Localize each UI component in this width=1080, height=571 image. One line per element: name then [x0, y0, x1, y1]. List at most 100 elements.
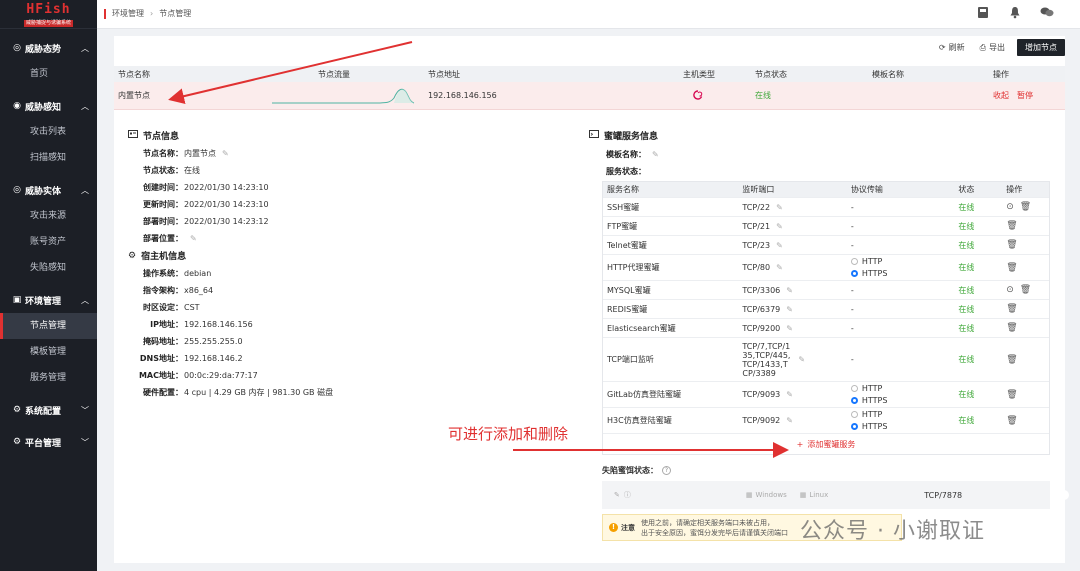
col-status: 状态 [958, 185, 975, 194]
radio-label: HTTP [861, 410, 883, 419]
add-service-button[interactable]: + 添加蜜罐服务 [603, 434, 1049, 454]
sidebar-group-header[interactable]: ◎ 威胁实体 ︿ [0, 177, 97, 203]
radio-http[interactable]: HTTP [850, 409, 955, 421]
field-value: 2022/01/30 14:23:12 [184, 217, 269, 226]
add-node-button[interactable]: 增加节点 [1017, 39, 1065, 56]
col-protocol: 协议传输 [850, 185, 883, 194]
edit-icon[interactable]: ✎ [652, 150, 659, 159]
sidebar-group-header[interactable]: ◉ 威胁感知 ︿ [0, 93, 97, 119]
edit-icon[interactable]: ✎ [190, 234, 197, 243]
radio-https[interactable]: HTTPS [850, 268, 955, 280]
bell-icon[interactable] [1007, 6, 1023, 22]
chevron-up-icon: ︿ [81, 295, 89, 305]
delete-icon[interactable]: 🗑 [1020, 285, 1031, 295]
edit-icon[interactable]: ✎ [786, 305, 793, 314]
sidebar-item[interactable]: 模板管理 [0, 339, 97, 365]
table-row[interactable]: Telnet蜜罐 TCP/23 ✎ - 在线 🗑 [603, 236, 1049, 255]
sidebar-item[interactable]: 账号资产 [0, 229, 97, 255]
sidebar-item[interactable]: 攻击来源 [0, 203, 97, 229]
edit-icon[interactable]: ✎ [786, 390, 793, 399]
service-name: Elasticsearch蜜罐 [607, 323, 676, 333]
delete-icon[interactable]: 🗑 [1020, 202, 1031, 212]
operations: ⊙ 🗑 [1002, 285, 1049, 295]
sidebar-group-header[interactable]: ⚙ 平台管理 ﹀ [0, 429, 97, 455]
edit-icon[interactable]: ✎ [786, 324, 793, 333]
delete-icon[interactable]: 🗑 [1006, 304, 1017, 314]
radio-label: HTTPS [861, 396, 888, 405]
info-field: 创建时间： 2022/01/30 14:23:10 [128, 179, 333, 196]
docs-icon[interactable] [975, 6, 991, 22]
table-row[interactable]: TCP端口监听 TCP/7,TCP/135,TCP/445,TCP/1433,TC… [603, 338, 1049, 382]
delete-icon[interactable]: 🗑 [1006, 416, 1017, 426]
table-row[interactable]: MYSQL蜜罐 TCP/3306 ✎ - 在线 ⊙ 🗑 [603, 281, 1049, 300]
template-label: 模板名称： [606, 150, 646, 159]
sidebar-item[interactable]: 攻击列表 [0, 119, 97, 145]
info-field: MAC地址： 00:0c:29:da:77:17 [128, 367, 333, 384]
table-row[interactable]: HTTP代理蜜罐 TCP/80 ✎ HTTP HTTPS 在线 🗑 [603, 255, 1049, 281]
edit-icon[interactable]: ✎ [776, 263, 783, 272]
protocol: - [850, 240, 854, 250]
linux-icon: ▦ [799, 491, 807, 499]
table-row[interactable]: GitLab仿真登陆蜜罐 TCP/9093 ✎ HTTP HTTPS 在线 🗑 [603, 382, 1049, 408]
table-row[interactable]: Elasticsearch蜜罐 TCP/9200 ✎ - 在线 🗑 [603, 319, 1049, 338]
field-value: 内置节点 [184, 149, 216, 158]
service-name: Telnet蜜罐 [607, 240, 647, 250]
table-row[interactable]: SSH蜜罐 TCP/22 ✎ - 在线 ⊙ 🗑 [603, 198, 1049, 217]
sidebar-group: ◎ 威胁态势 ︿ 首页 [0, 35, 97, 87]
table-row[interactable]: FTP蜜罐 TCP/21 ✎ - 在线 🗑 [603, 217, 1049, 236]
host-info-title: 宿主机信息 [141, 252, 187, 262]
breadcrumb-parent[interactable]: 环境管理 [112, 8, 144, 19]
node-info-fields: 节点名称： 内置节点 ✎ 节点状态： 在线 创建时间： 2022/01/30 14:23:1… [128, 145, 333, 247]
collapse-button[interactable]: 收起 [993, 90, 1009, 101]
delete-icon[interactable]: 🗑 [1006, 221, 1017, 231]
edit-icon[interactable]: ✎ [222, 149, 229, 158]
delete-icon[interactable]: 🗑 [1006, 240, 1017, 250]
sidebar-item[interactable]: 首页 [0, 61, 97, 87]
sidebar-group-header[interactable]: ◎ 威胁态势 ︿ [0, 35, 97, 61]
port-value: TCP/6379 [742, 304, 781, 314]
refresh-button[interactable]: ⟳ 刷新 [936, 39, 968, 56]
sidebar-item[interactable]: 节点管理 [0, 313, 97, 339]
delete-icon[interactable]: 🗑 [1006, 355, 1017, 365]
radio-https[interactable]: HTTPS [850, 421, 955, 433]
settings-icon[interactable]: ⊙ [1006, 202, 1014, 212]
logo: HFish 威胁捕捉与诱骗系统 [0, 0, 97, 29]
edit-icon[interactable]: ✎ [776, 203, 783, 212]
refresh-label: 刷新 [948, 43, 965, 52]
settings-icon[interactable]: ⊙ [1006, 285, 1014, 295]
sidebar-item[interactable]: 服务管理 [0, 365, 97, 391]
service-name: REDIS蜜罐 [607, 304, 648, 314]
table-row[interactable]: 内置节点 192.168.146.156 在线 收起 暂停 [114, 82, 1065, 110]
edit-icon[interactable]: ✎ [776, 222, 783, 231]
table-row[interactable]: REDIS蜜罐 TCP/6379 ✎ - 在线 🗑 [603, 300, 1049, 319]
debian-icon [679, 89, 751, 102]
chat-icon[interactable] [1039, 6, 1055, 22]
radio-dot [850, 411, 858, 418]
edit-icon[interactable]: ✎ [776, 241, 783, 250]
info-field: 操作系统： debian [128, 265, 333, 282]
info-field: 部署时间： 2022/01/30 14:23:12 [128, 213, 333, 230]
delete-icon[interactable]: 🗑 [1006, 390, 1017, 400]
edit-icon[interactable]: ✎ [798, 355, 805, 364]
export-icon: ⎙ [979, 42, 986, 52]
sidebar-item[interactable]: 扫描感知 [0, 145, 97, 171]
edit-icon[interactable]: ✎ [786, 286, 793, 295]
server-icon: ▣ [12, 295, 22, 305]
help-icon[interactable]: ? [662, 466, 671, 475]
help-icon[interactable]: ⓘ [624, 490, 631, 500]
sidebar-item[interactable]: 失陷感知 [0, 255, 97, 281]
listen-port: TCP/22 ✎ [738, 203, 847, 212]
delete-icon[interactable]: 🗑 [1006, 323, 1017, 333]
table-row[interactable]: H3C仿真登陆蜜罐 TCP/9092 ✎ HTTP HTTPS 在线 🗑 [603, 408, 1049, 434]
radio-label: HTTPS [861, 269, 888, 278]
edit-icon[interactable]: ✎ [786, 416, 793, 425]
pause-button[interactable]: 暂停 [1017, 90, 1033, 101]
edit-icon[interactable]: ✎ [614, 491, 620, 499]
radio-https[interactable]: HTTPS [850, 395, 955, 407]
sidebar-group-header[interactable]: ⚙ 系统配置 ﹀ [0, 397, 97, 423]
radio-http[interactable]: HTTP [850, 383, 955, 395]
delete-icon[interactable]: 🗑 [1006, 263, 1017, 273]
export-button[interactable]: ⎙ 导出 [977, 39, 1008, 56]
radio-http[interactable]: HTTP [850, 256, 955, 268]
sidebar-group-header[interactable]: ▣ 环境管理 ︿ [0, 287, 97, 313]
